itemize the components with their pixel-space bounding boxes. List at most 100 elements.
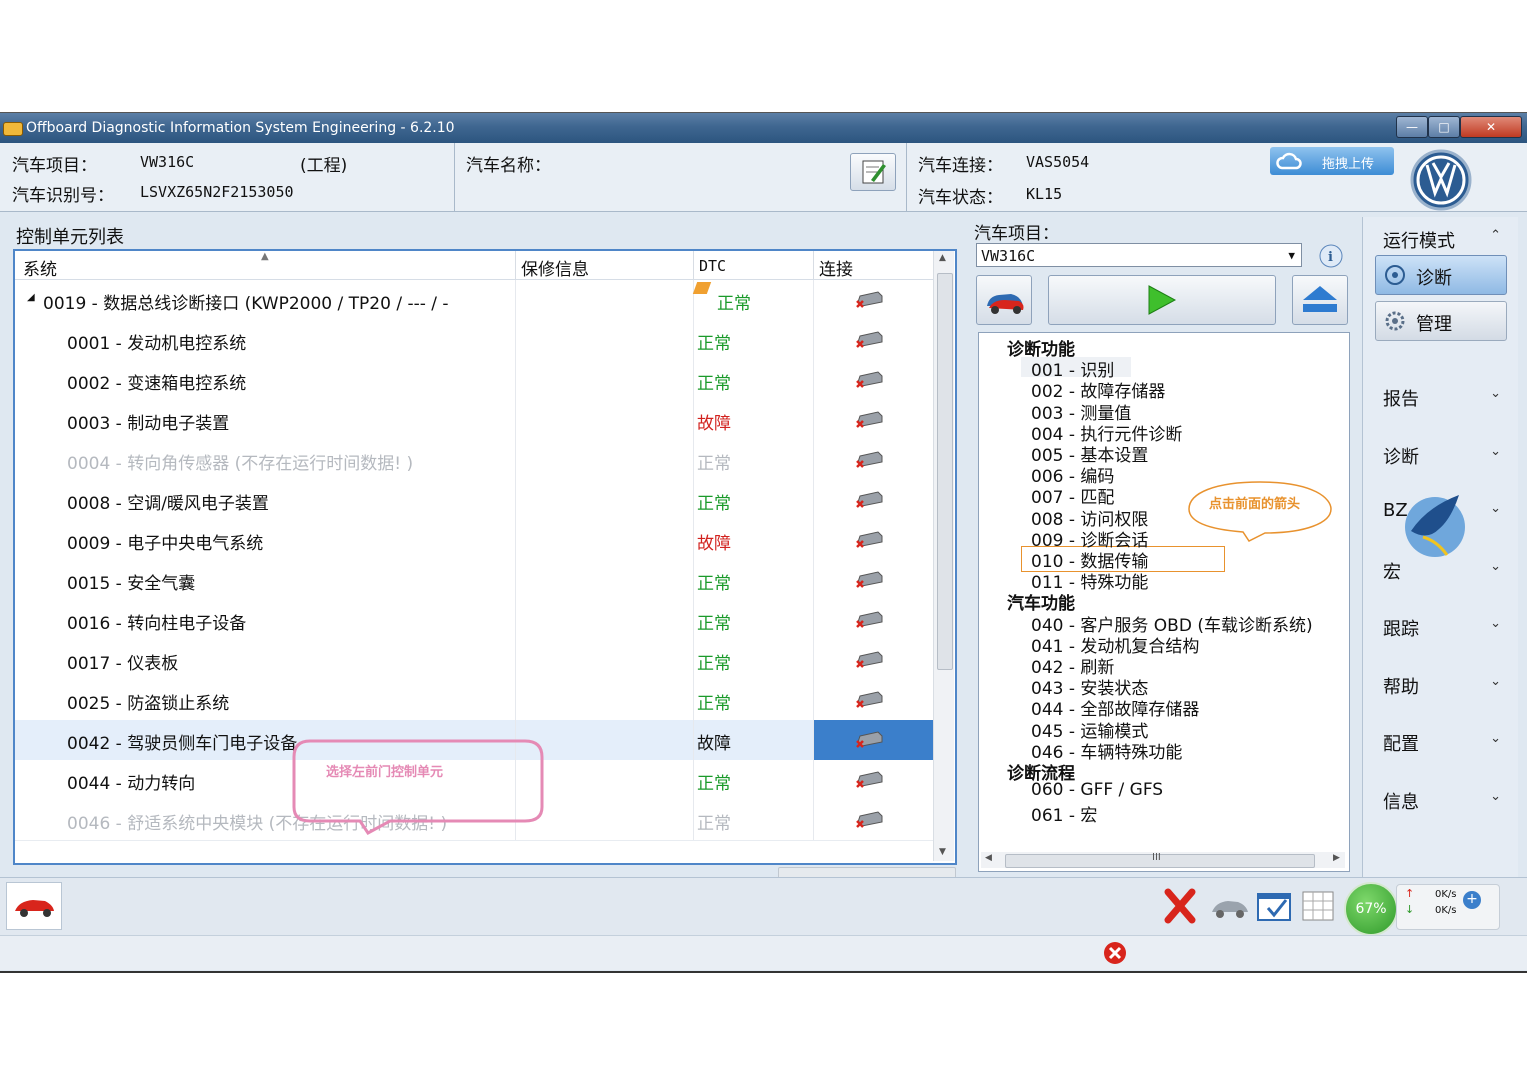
connection-cell[interactable] (814, 560, 933, 600)
sidebar-section[interactable]: 报告 ⌄ (1369, 379, 1509, 411)
connection-cell[interactable] (814, 360, 933, 400)
table-row[interactable]: 0003 - 制动电子装置 故障 (15, 400, 933, 441)
vehicle-button[interactable] (976, 275, 1032, 325)
table-row[interactable]: 0001 - 发动机电控系统 正常 (15, 320, 933, 361)
connector-disconnected-icon (856, 451, 883, 468)
expand-arrow-icon[interactable]: ◢ (27, 292, 35, 303)
table-row[interactable]: 0002 - 变速箱电控系统 正常 (15, 360, 933, 401)
function-item[interactable]: 046 - 车辆特殊功能 (1031, 738, 1182, 763)
project-mode: (工程) (300, 156, 348, 176)
connection-cell[interactable] (814, 600, 933, 640)
connection-cell[interactable] (814, 400, 933, 440)
tree-scroll-thumb[interactable]: III (1005, 852, 1315, 868)
function-item[interactable]: 061 - 宏 (1031, 801, 1097, 826)
column-connection[interactable]: 连接 (819, 255, 853, 280)
start-button[interactable] (1048, 275, 1276, 325)
dtc-status: 正常 (717, 294, 751, 314)
table-row[interactable]: 0015 - 安全气囊 正常 (15, 560, 933, 601)
scroll-thumb[interactable] (937, 273, 953, 670)
maximize-button[interactable]: □ (1428, 116, 1460, 138)
connection-cell[interactable] (814, 320, 933, 360)
column-system[interactable]: 系统 (23, 255, 57, 280)
info-icon[interactable]: i (1318, 243, 1344, 269)
table-header: 系统 ▲ 保修信息 DTC 连接 (15, 251, 933, 280)
sidebar-section[interactable]: 帮助 ⌄ (1369, 667, 1509, 699)
status-line (0, 935, 1527, 970)
tree-horizontal-scrollbar[interactable]: ◀ III ▶ (981, 852, 1345, 868)
app-window: Offboard Diagnostic Information System E… (0, 112, 1527, 973)
state-label: 汽车状态： (918, 188, 1003, 208)
sidebar-section[interactable]: 跟踪 ⌄ (1369, 609, 1509, 641)
minimize-button[interactable]: — (1396, 116, 1428, 138)
vehicle-tab[interactable] (6, 882, 62, 930)
callout-click-arrow: 点击前面的箭头 (1209, 497, 1301, 512)
scroll-down-icon[interactable]: ▼ (939, 847, 946, 857)
connection-label: 汽车连接： (918, 156, 1003, 176)
download-speed: 0K/s (1435, 905, 1457, 916)
checkbox-window-icon[interactable] (1256, 888, 1294, 924)
control-unit-name: 0003 - 制动电子装置 (67, 414, 230, 434)
scroll-right-icon[interactable]: ▶ (1333, 853, 1340, 863)
connector-disconnected-icon (856, 771, 883, 788)
function-item[interactable]: 060 - GFF / GFS (1031, 780, 1163, 800)
table-row[interactable]: 0004 - 转向角传感器 (不存在运行时间数据! ) 正常 (15, 440, 933, 481)
control-unit-name: 0009 - 电子中央电气系统 (67, 534, 264, 554)
vertical-scrollbar[interactable]: ▲ ▼ (933, 251, 954, 861)
window-title: Offboard Diagnostic Information System E… (26, 120, 455, 136)
connection-cell[interactable] (814, 680, 933, 720)
table-row[interactable]: 0025 - 防盗锁止系统 正常 (15, 680, 933, 721)
grid-icon[interactable] (1300, 888, 1338, 924)
connection-cell[interactable] (814, 800, 933, 840)
connection-cell[interactable] (814, 480, 933, 520)
dtc-status: 正常 (697, 814, 731, 834)
connection-cell[interactable] (814, 720, 933, 760)
gray-car-icon[interactable] (1208, 892, 1250, 920)
control-unit-panel: 控制单元列表 系统 ▲ 保修信息 DTC 连接 0019 - 数据总线诊断接口 … (8, 217, 958, 883)
dtc-status: 故障 (697, 414, 731, 434)
table-row[interactable]: 0019 - 数据总线诊断接口 (KWP2000 / TP20 / --- / … (15, 280, 933, 321)
sidebar-section[interactable]: 信息 ⌄ (1369, 782, 1509, 814)
chevron-down-icon: ⌄ (1490, 788, 1501, 804)
download-arrow-icon: ↓ (1405, 903, 1415, 916)
scroll-left-icon[interactable]: ◀ (985, 853, 992, 863)
diagnose-mode-button[interactable]: 诊断 (1375, 255, 1507, 295)
eject-icon (1303, 286, 1337, 312)
close-button[interactable]: ✕ (1460, 116, 1522, 138)
run-mode-header[interactable]: 运行模式 ⌃ (1369, 221, 1509, 253)
column-warranty[interactable]: 保修信息 (521, 255, 589, 280)
progress-badge: 67% (1344, 882, 1398, 936)
plus-icon[interactable]: + (1463, 891, 1481, 909)
chevron-down-icon: ⌄ (1490, 501, 1501, 516)
error-icon[interactable] (1102, 940, 1128, 966)
control-unit-name: 0044 - 动力转向 (67, 774, 196, 794)
chevron-down-icon: ⌄ (1490, 616, 1501, 631)
control-unit-name: 0042 - 驾驶员侧车门电子设备 (67, 734, 298, 754)
table-row[interactable]: 0008 - 空调/暖风电子装置 正常 (15, 480, 933, 521)
disconnect-icon[interactable] (1160, 886, 1200, 926)
connection-cell[interactable] (814, 520, 933, 560)
connector-disconnected-icon (856, 811, 883, 828)
edit-name-button[interactable] (850, 153, 896, 191)
manage-mode-button[interactable]: 管理 (1375, 301, 1507, 341)
function-project-label: 汽车项目： (974, 224, 1059, 244)
function-item[interactable]: 011 - 特殊功能 (1031, 568, 1148, 593)
chevron-down-icon: ▼ (1288, 249, 1295, 262)
connection-cell[interactable] (814, 640, 933, 680)
table-row[interactable]: 0017 - 仪表板 正常 (15, 640, 933, 681)
control-unit-name: 0001 - 发动机电控系统 (67, 334, 247, 354)
project-select[interactable]: VW316C ▼ (976, 243, 1302, 267)
connection-cell[interactable] (814, 440, 933, 480)
sidebar-section[interactable]: 诊断 ⌄ (1369, 437, 1509, 469)
scroll-up-icon[interactable]: ▲ (939, 253, 946, 263)
edit-icon (862, 160, 886, 184)
connection-cell[interactable] (814, 760, 933, 800)
column-dtc[interactable]: DTC (699, 257, 726, 275)
upload-button[interactable]: 拖拽上传 (1270, 147, 1394, 175)
chevron-down-icon: ⌄ (1490, 558, 1501, 574)
table-row[interactable]: 0016 - 转向柱电子设备 正常 (15, 600, 933, 641)
chevron-up-icon: ⌃ (1490, 228, 1501, 243)
connection-cell[interactable] (814, 280, 933, 320)
eject-button[interactable] (1292, 275, 1348, 325)
sidebar-section[interactable]: 配置 ⌄ (1369, 724, 1509, 756)
table-row[interactable]: 0009 - 电子中央电气系统 故障 (15, 520, 933, 561)
